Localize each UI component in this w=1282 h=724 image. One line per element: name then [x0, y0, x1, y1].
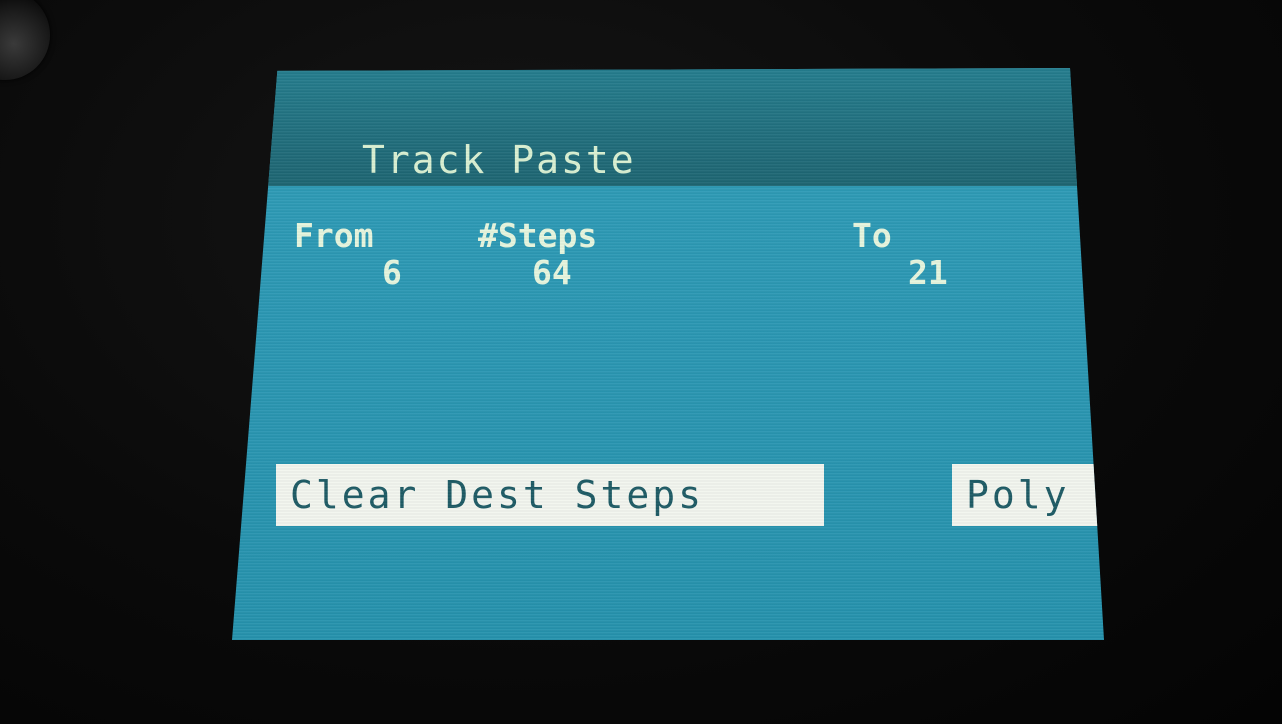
clear-dest-steps-option[interactable]: Clear Dest Steps: [276, 464, 824, 526]
to-value[interactable]: 21: [908, 256, 948, 289]
page-title: Track Paste: [362, 138, 636, 182]
from-value[interactable]: 6: [382, 256, 402, 289]
from-label: From: [294, 216, 374, 255]
poly-option[interactable]: Poly: [952, 464, 1104, 526]
header-bar: Track Paste: [232, 68, 1104, 186]
steps-label: #Steps: [478, 216, 598, 255]
steps-value[interactable]: 64: [532, 256, 572, 289]
lcd-screen: Track Paste From 6 #Steps 64 To 21 Clear…: [232, 68, 1104, 640]
to-label: To: [852, 216, 892, 255]
